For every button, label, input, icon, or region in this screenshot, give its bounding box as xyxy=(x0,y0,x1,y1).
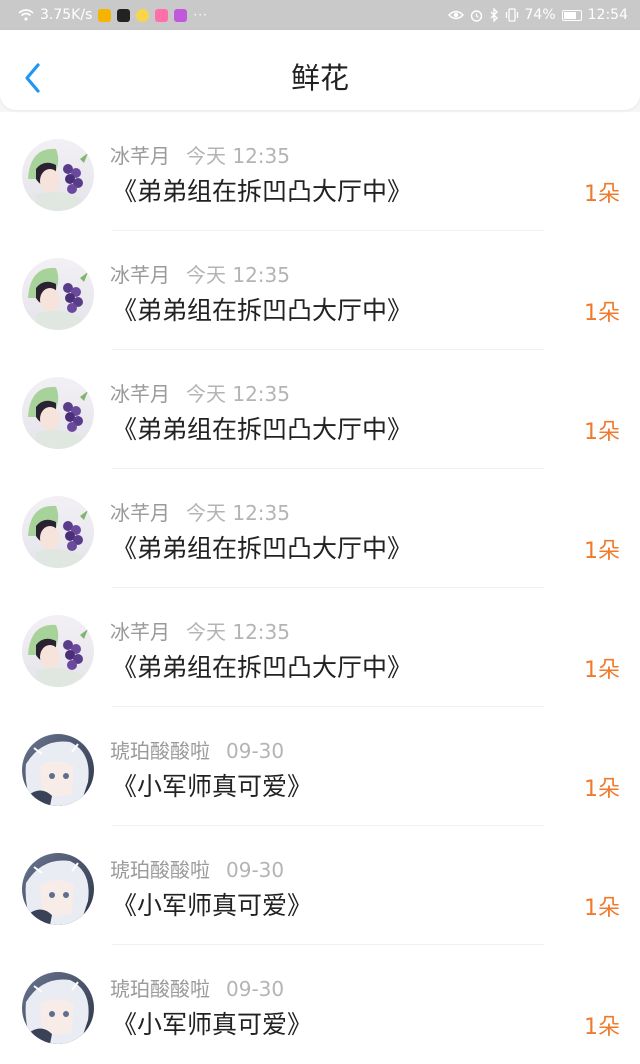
list-item[interactable]: 冰芊月 今天 12:35 《弟弟组在拆凹凸大厅中》 1朵 xyxy=(0,469,640,588)
app-notification-icon xyxy=(174,8,188,22)
avatar-silver-hair xyxy=(22,853,94,925)
network-speed: 3.75K/s xyxy=(40,7,93,23)
avatar-girl-grapes xyxy=(22,377,94,449)
app-notification-icon xyxy=(117,8,131,22)
timestamp: 今天 12:35 xyxy=(186,501,290,525)
eye-icon xyxy=(447,10,464,20)
alarm-icon xyxy=(470,9,482,22)
status-bar-left: 3.75K/s ··· xyxy=(18,7,208,23)
flower-count: 1朵 xyxy=(584,1015,620,1040)
list-item[interactable]: 冰芊月 今天 12:35 《弟弟组在拆凹凸大厅中》 1朵 xyxy=(0,231,640,350)
timestamp: 09-30 xyxy=(226,858,285,882)
timestamp: 今天 12:35 xyxy=(186,382,290,406)
status-bar: 3.75K/s ··· 74% 12:54 xyxy=(0,0,640,30)
bluetooth-icon xyxy=(490,8,498,22)
flower-count: 1朵 xyxy=(584,301,620,326)
item-meta: 琥珀酸酸啦 09-30 xyxy=(110,854,284,883)
item-meta: 冰芊月 今天 12:35 xyxy=(110,497,290,526)
avatar-girl-grapes xyxy=(22,615,94,687)
item-text: 《弟弟组在拆凹凸大厅中》 xyxy=(112,415,413,444)
flower-count: 1朵 xyxy=(584,182,620,207)
timestamp: 今天 12:35 xyxy=(186,144,290,168)
flower-count: 1朵 xyxy=(584,658,620,683)
battery-icon xyxy=(561,9,582,21)
header: 鲜花 xyxy=(0,30,640,112)
user-avatar[interactable] xyxy=(22,139,94,211)
avatar-silver-hair xyxy=(22,734,94,806)
timestamp: 09-30 xyxy=(226,977,285,1001)
timestamp: 09-30 xyxy=(226,739,285,763)
header-card: 鲜花 xyxy=(0,30,640,110)
flower-count: 1朵 xyxy=(584,896,620,921)
clock-time: 12:54 xyxy=(587,7,628,23)
user-name: 冰芊月 xyxy=(110,501,170,525)
user-avatar[interactable] xyxy=(22,972,94,1044)
flower-count: 1朵 xyxy=(584,420,620,445)
user-name: 琥珀酸酸啦 xyxy=(110,858,210,882)
item-meta: 琥珀酸酸啦 09-30 xyxy=(110,735,284,764)
app-notification-icon xyxy=(98,8,112,22)
wifi-icon xyxy=(18,9,34,21)
list-item[interactable]: 琥珀酸酸啦 09-30 《小军师真可爱》 1朵 xyxy=(0,945,640,1064)
avatar-girl-grapes xyxy=(22,139,94,211)
item-text: 《小军师真可爱》 xyxy=(112,1010,313,1039)
list-item[interactable]: 琥珀酸酸啦 09-30 《小军师真可爱》 1朵 xyxy=(0,826,640,945)
item-text: 《弟弟组在拆凹凸大厅中》 xyxy=(112,534,413,563)
flower-count: 1朵 xyxy=(584,539,620,564)
item-meta: 冰芊月 今天 12:35 xyxy=(110,616,290,645)
app-notification-icon xyxy=(136,8,150,22)
item-meta: 冰芊月 今天 12:35 xyxy=(110,259,290,288)
item-text: 《弟弟组在拆凹凸大厅中》 xyxy=(112,177,413,206)
user-name: 冰芊月 xyxy=(110,382,170,406)
item-meta: 琥珀酸酸啦 09-30 xyxy=(110,973,284,1002)
app-notification-icon xyxy=(155,8,169,22)
status-bar-right: 74% 12:54 xyxy=(447,7,628,23)
more-notifications-icon: ··· xyxy=(193,8,208,22)
vibrate-icon xyxy=(505,8,518,22)
user-name: 冰芊月 xyxy=(110,620,170,644)
flower-list: 冰芊月 今天 12:35 《弟弟组在拆凹凸大厅中》 1朵 冰芊月 今天 12:35 … xyxy=(0,112,640,1064)
timestamp: 今天 12:35 xyxy=(186,620,290,644)
list-item[interactable]: 冰芊月 今天 12:35 《弟弟组在拆凹凸大厅中》 1朵 xyxy=(0,588,640,707)
user-avatar[interactable] xyxy=(22,853,94,925)
item-meta: 冰芊月 今天 12:35 xyxy=(110,140,290,169)
item-text: 《弟弟组在拆凹凸大厅中》 xyxy=(112,653,413,682)
flower-count: 1朵 xyxy=(584,777,620,802)
user-avatar[interactable] xyxy=(22,496,94,568)
user-name: 琥珀酸酸啦 xyxy=(110,739,210,763)
user-name: 冰芊月 xyxy=(110,263,170,287)
item-text: 《弟弟组在拆凹凸大厅中》 xyxy=(112,296,413,325)
list-item[interactable]: 琥珀酸酸啦 09-30 《小军师真可爱》 1朵 xyxy=(0,707,640,826)
user-avatar[interactable] xyxy=(22,258,94,330)
timestamp: 今天 12:35 xyxy=(186,263,290,287)
list-item[interactable]: 冰芊月 今天 12:35 《弟弟组在拆凹凸大厅中》 1朵 xyxy=(0,112,640,231)
user-avatar[interactable] xyxy=(22,615,94,687)
avatar-girl-grapes xyxy=(22,258,94,330)
battery-percent: 74% xyxy=(524,7,556,23)
list-item[interactable]: 冰芊月 今天 12:35 《弟弟组在拆凹凸大厅中》 1朵 xyxy=(0,350,640,469)
user-avatar[interactable] xyxy=(22,377,94,449)
avatar-silver-hair xyxy=(22,972,94,1044)
user-avatar[interactable] xyxy=(22,734,94,806)
avatar-girl-grapes xyxy=(22,496,94,568)
page-title: 鲜花 xyxy=(290,61,349,95)
user-name: 琥珀酸酸啦 xyxy=(110,977,210,1001)
item-text: 《小军师真可爱》 xyxy=(112,891,313,920)
user-name: 冰芊月 xyxy=(110,144,170,168)
item-meta: 冰芊月 今天 12:35 xyxy=(110,378,290,407)
item-text: 《小军师真可爱》 xyxy=(112,772,313,801)
